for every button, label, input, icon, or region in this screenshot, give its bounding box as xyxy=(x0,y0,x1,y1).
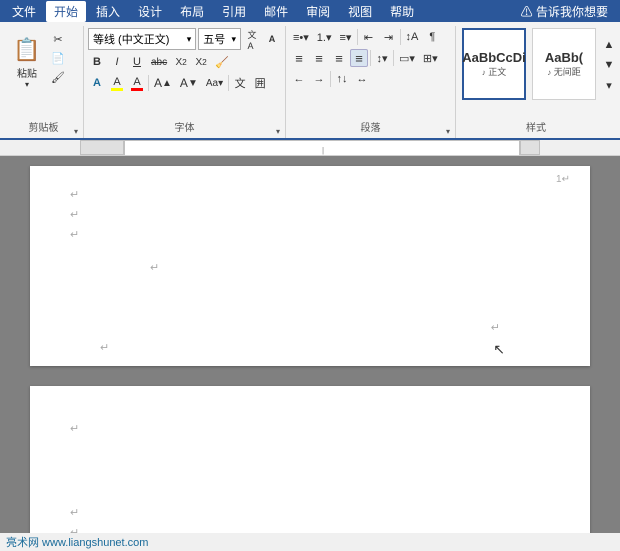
ruler: | xyxy=(0,140,620,156)
para-mark-1: ↵ xyxy=(70,186,550,206)
clipboard-group: 📋 粘贴 ▾ ✂ 📄 🖌 剪贴板 ▾ xyxy=(4,26,84,138)
styles-scroll-down[interactable]: ▼ xyxy=(600,56,618,74)
menu-file[interactable]: 文件 xyxy=(4,1,44,22)
indent-dec2-button[interactable]: ← xyxy=(290,70,308,88)
page-1: 1↵ ↵ ↵ ↵ ↵ ↵ ↵ ↖ xyxy=(30,166,590,366)
menu-help[interactable]: 帮助 xyxy=(382,1,422,22)
font-group: 等线 (中文正文) ▾ 五号 ▾ 文A A B I U abc xyxy=(84,26,286,138)
paragraph-label: 段落 xyxy=(286,117,455,136)
cut-button[interactable]: ✂ xyxy=(48,30,68,48)
para-mark-3: ↵ xyxy=(70,226,550,246)
multilevel-button[interactable]: ≡▾ xyxy=(337,28,355,46)
show-marks-button[interactable]: ¶ xyxy=(423,28,441,46)
menu-layout[interactable]: 布局 xyxy=(172,1,212,22)
styles-more[interactable]: ▾ xyxy=(600,76,618,94)
para-row1: ≡•▾ 1.▾ ≡▾ ⇤ ⇥ ↕A ¶ xyxy=(290,26,451,47)
para-mark-p2-2: ↵ xyxy=(70,504,550,524)
line-spacing-button[interactable]: ↕▾ xyxy=(373,49,391,67)
change-case-button[interactable]: Aa▾ xyxy=(203,74,226,92)
ribbon-container: 文件 开始 插入 设计 布局 引用 邮件 审阅 视图 帮助 ⚠ 告诉我你想要 📋… xyxy=(0,0,620,140)
para-mark-2: ↵ xyxy=(70,206,550,226)
enclosed-char-button[interactable]: 囲 xyxy=(251,74,269,92)
font-expand[interactable]: ▾ xyxy=(273,126,283,136)
menu-review[interactable]: 审阅 xyxy=(298,1,338,22)
page-2: ↵ ↵ ↵ ↵ xyxy=(30,386,590,551)
underline-button[interactable]: U xyxy=(128,53,146,71)
menu-bar: 文件 开始 插入 设计 布局 引用 邮件 审阅 视图 帮助 ⚠ 告诉我你想要 xyxy=(0,0,620,22)
styles-label: 样式 xyxy=(456,117,616,136)
font-label: 字体 xyxy=(84,117,285,136)
para-mark-5: ↵ xyxy=(100,339,550,359)
paste-button[interactable]: 📋 粘贴 ▾ xyxy=(8,26,46,100)
justify-button[interactable]: ≡ xyxy=(350,49,368,67)
font-name-selector[interactable]: 等线 (中文正文) ▾ xyxy=(88,28,196,50)
para-extra2-button[interactable]: ↔ xyxy=(353,70,371,88)
highlight-button[interactable]: A xyxy=(108,74,126,92)
styles-scroll-up[interactable]: ▲ xyxy=(600,36,618,54)
document-area[interactable]: 1↵ ↵ ↵ ↵ ↵ ↵ ↵ ↖ ↵ ↵ ↵ ↵ 亮术网 www.liangsh… xyxy=(0,156,620,551)
notify-bar[interactable]: ⚠ 告诉我你想要 xyxy=(513,1,616,22)
style-normal-preview: AaBbCcDi xyxy=(462,50,526,65)
decrease-indent-button[interactable]: ⇤ xyxy=(360,28,378,46)
page-1-number: 1↵ xyxy=(556,174,570,185)
style-no-spacing[interactable]: AaBb( ♪ 无间距 xyxy=(532,28,596,100)
style-normal[interactable]: AaBbCcDi ♪ 正文 xyxy=(462,28,526,100)
font-row2: B I U abc X2 X2 🧹 xyxy=(88,52,281,72)
watermark-bar: 亮术网 www.liangshunet.com xyxy=(0,533,620,551)
clipboard-expand[interactable]: ▾ xyxy=(71,126,81,136)
phonetic-guide-button[interactable]: 文 xyxy=(231,74,249,92)
font-row3: A A A A▲ A▼ xyxy=(88,73,281,94)
menu-design[interactable]: 设计 xyxy=(130,1,170,22)
font-type-toggle[interactable]: 文A xyxy=(243,30,261,48)
style-normal-label: ♪ 正文 xyxy=(482,65,507,78)
font-size-selector[interactable]: 五号 ▾ xyxy=(198,28,241,50)
font-dialog-toggle[interactable]: A xyxy=(263,30,281,48)
shrink-font-button[interactable]: A▼ xyxy=(177,74,201,92)
font-row1: 等线 (中文正文) ▾ 五号 ▾ 文A A xyxy=(88,26,281,51)
strikethrough-button[interactable]: abc xyxy=(148,53,170,71)
para-mark-4: ↵ xyxy=(150,259,550,279)
font-color-button[interactable]: A xyxy=(128,74,146,92)
para-expand[interactable]: ▾ xyxy=(443,126,453,136)
cursor-pos: ↵ xyxy=(491,321,500,334)
borders-button[interactable]: ⊞▾ xyxy=(420,49,441,67)
bold-button[interactable]: B xyxy=(88,53,106,71)
para-row3: ← → ↑↓ ↔ xyxy=(290,69,451,90)
bullets-button[interactable]: ≡•▾ xyxy=(290,28,312,46)
menu-insert[interactable]: 插入 xyxy=(88,1,128,22)
ruler-inner: | xyxy=(124,140,520,155)
increase-indent-button[interactable]: ⇥ xyxy=(380,28,398,46)
format-painter-button[interactable]: 🖌 xyxy=(48,68,68,86)
ribbon-toolbar: 📋 粘贴 ▾ ✂ 📄 🖌 剪贴板 ▾ xyxy=(0,22,620,140)
sort-button[interactable]: ↕A xyxy=(403,28,422,46)
menu-view[interactable]: 视图 xyxy=(340,1,380,22)
subscript-button[interactable]: X2 xyxy=(172,53,190,71)
menu-home[interactable]: 开始 xyxy=(46,1,86,22)
menu-references[interactable]: 引用 xyxy=(214,1,254,22)
style-nospacing-preview: AaBb( xyxy=(545,50,583,65)
copy-button[interactable]: 📄 xyxy=(48,49,68,67)
italic-button[interactable]: I xyxy=(108,53,126,71)
para-mark-p2-1: ↵ xyxy=(70,420,550,440)
para-row2: ≡ ≡ ≡ ≡ ↕▾ ▭▾ ⊞▾ xyxy=(290,48,451,68)
watermark-text: 亮术网 www.liangshunet.com xyxy=(6,534,148,550)
style-nospacing-label: ♪ 无间距 xyxy=(547,65,581,78)
styles-group: AaBbCcDi ♪ 正文 AaBb( ♪ 无间距 ▲ ▼ ▾ xyxy=(456,26,616,138)
grow-font-button[interactable]: A▲ xyxy=(151,74,175,92)
shading-button[interactable]: ▭▾ xyxy=(396,49,418,67)
text-effect-button[interactable]: A xyxy=(88,74,106,92)
menu-mailings[interactable]: 邮件 xyxy=(256,1,296,22)
para-extra1-button[interactable]: ↑↓ xyxy=(333,70,351,88)
indent-inc2-button[interactable]: → xyxy=(310,70,328,88)
align-left-button[interactable]: ≡ xyxy=(290,49,308,67)
numbering-button[interactable]: 1.▾ xyxy=(314,28,335,46)
align-center-button[interactable]: ≡ xyxy=(310,49,328,67)
align-right-button[interactable]: ≡ xyxy=(330,49,348,67)
superscript-button[interactable]: X2 xyxy=(192,53,210,71)
paragraph-group: ≡•▾ 1.▾ ≡▾ ⇤ ⇥ ↕A ¶ ≡ ≡ ≡ ≡ ↕▾ xyxy=(286,26,456,138)
clear-format-button[interactable]: 🧹 xyxy=(212,53,232,71)
